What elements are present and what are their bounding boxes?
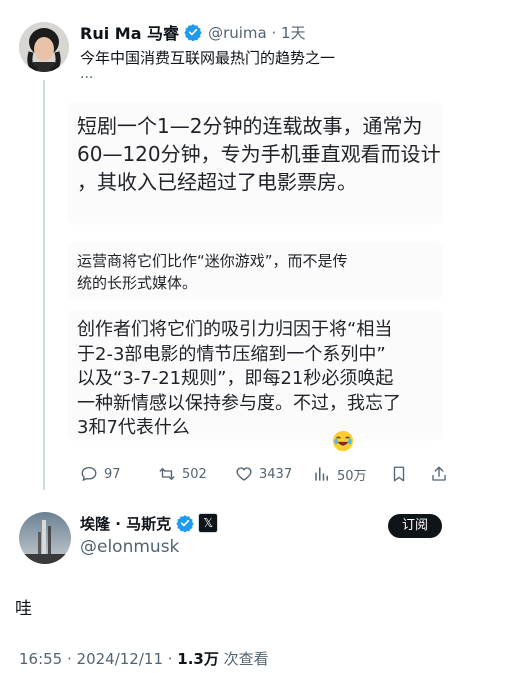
quote-line: 短剧一个1—2分钟的连载故事，通常为 <box>77 114 423 138</box>
action-bar: 97 502 3437 50万 <box>70 462 450 486</box>
verified-badge-icon <box>184 24 202 41</box>
verified-badge-icon <box>176 515 194 532</box>
views-label: 次查看 <box>218 650 269 668</box>
quote-line: 以及“3-7-21规则”，即每21秒必须唤起 <box>77 368 394 389</box>
author-handle[interactable]: @ruima · 1天 <box>208 22 306 43</box>
laughing-emoji-icon <box>332 430 354 452</box>
reply-count: 97 <box>104 466 121 482</box>
reply-button[interactable]: 97 <box>80 462 121 486</box>
quote-paragraph-2: 运营商将它们比作“迷你游戏”，而不是传 统的长形式媒体。 <box>77 250 348 294</box>
quote-line: 创作者们将它们的吸引力归因于将“相当 <box>77 319 393 340</box>
quote-line: 60—120分钟，专为手机垂直观看而设计 <box>77 142 441 166</box>
reply-meta: 16:55 · 2024/12/11 · 1.3万 次查看 <box>19 648 269 669</box>
quote-line: 一种新情感以保持参与度。不过，我忘了 <box>77 392 401 414</box>
reply-header: 埃隆 · 马斯克 𝕏 <box>80 512 219 534</box>
share-icon <box>432 466 446 481</box>
share-button[interactable] <box>430 462 448 486</box>
views-count: 50万 <box>337 468 367 484</box>
views-button[interactable]: 50万 <box>313 462 367 486</box>
like-count: 3437 <box>259 466 293 482</box>
quote-line: ，其收入已经超过了电影票房。 <box>77 170 357 194</box>
post-text: 今年中国消费互联网最热门的趋势之一 <box>80 49 336 67</box>
post-ellipsis: ... <box>80 66 94 82</box>
reply-icon <box>81 466 97 482</box>
thread-line <box>43 80 45 490</box>
like-button[interactable]: 3437 <box>235 462 292 486</box>
views-icon <box>315 467 328 481</box>
quote-paragraph-3: 创作者们将它们的吸引力归因于将“相当 于2-3部电影的情节压缩到一个系列中” 以… <box>77 318 401 441</box>
views-count: 1.3万 <box>177 650 219 668</box>
x-affiliation-icon[interactable]: 𝕏 <box>198 513 219 533</box>
reply-text: 哇 <box>15 599 32 619</box>
quote-line: 于2-3部电影的情节压缩到一个系列中” <box>77 343 386 365</box>
repost-icon <box>159 468 175 480</box>
quote-line: 运营商将它们比作“迷你游戏”，而不是传 <box>77 252 348 270</box>
post-header: Rui Ma 马睿 @ruima · 1天 <box>80 20 306 44</box>
heart-icon <box>236 467 252 481</box>
quote-line: 统的长形式媒体。 <box>77 274 198 292</box>
avatar[interactable] <box>19 22 69 72</box>
subscribe-button[interactable]: 订阅 <box>388 514 442 538</box>
quote-paragraph-1: 短剧一个1—2分钟的连载故事，通常为 60—120分钟，专为手机垂直观看而设计 … <box>77 112 441 196</box>
reply-avatar[interactable] <box>19 512 71 564</box>
reply-timestamp[interactable]: 16:55 · 2024/12/11 · <box>19 650 177 668</box>
bookmark-button[interactable] <box>390 462 408 486</box>
repost-button[interactable]: 502 <box>158 462 207 486</box>
author-name[interactable]: Rui Ma 马睿 <box>80 20 179 44</box>
reply-author-name[interactable]: 埃隆 · 马斯克 <box>80 513 171 534</box>
bookmark-icon <box>393 466 405 482</box>
reply-handle[interactable]: @elonmusk <box>80 537 179 557</box>
repost-count: 502 <box>182 466 207 482</box>
